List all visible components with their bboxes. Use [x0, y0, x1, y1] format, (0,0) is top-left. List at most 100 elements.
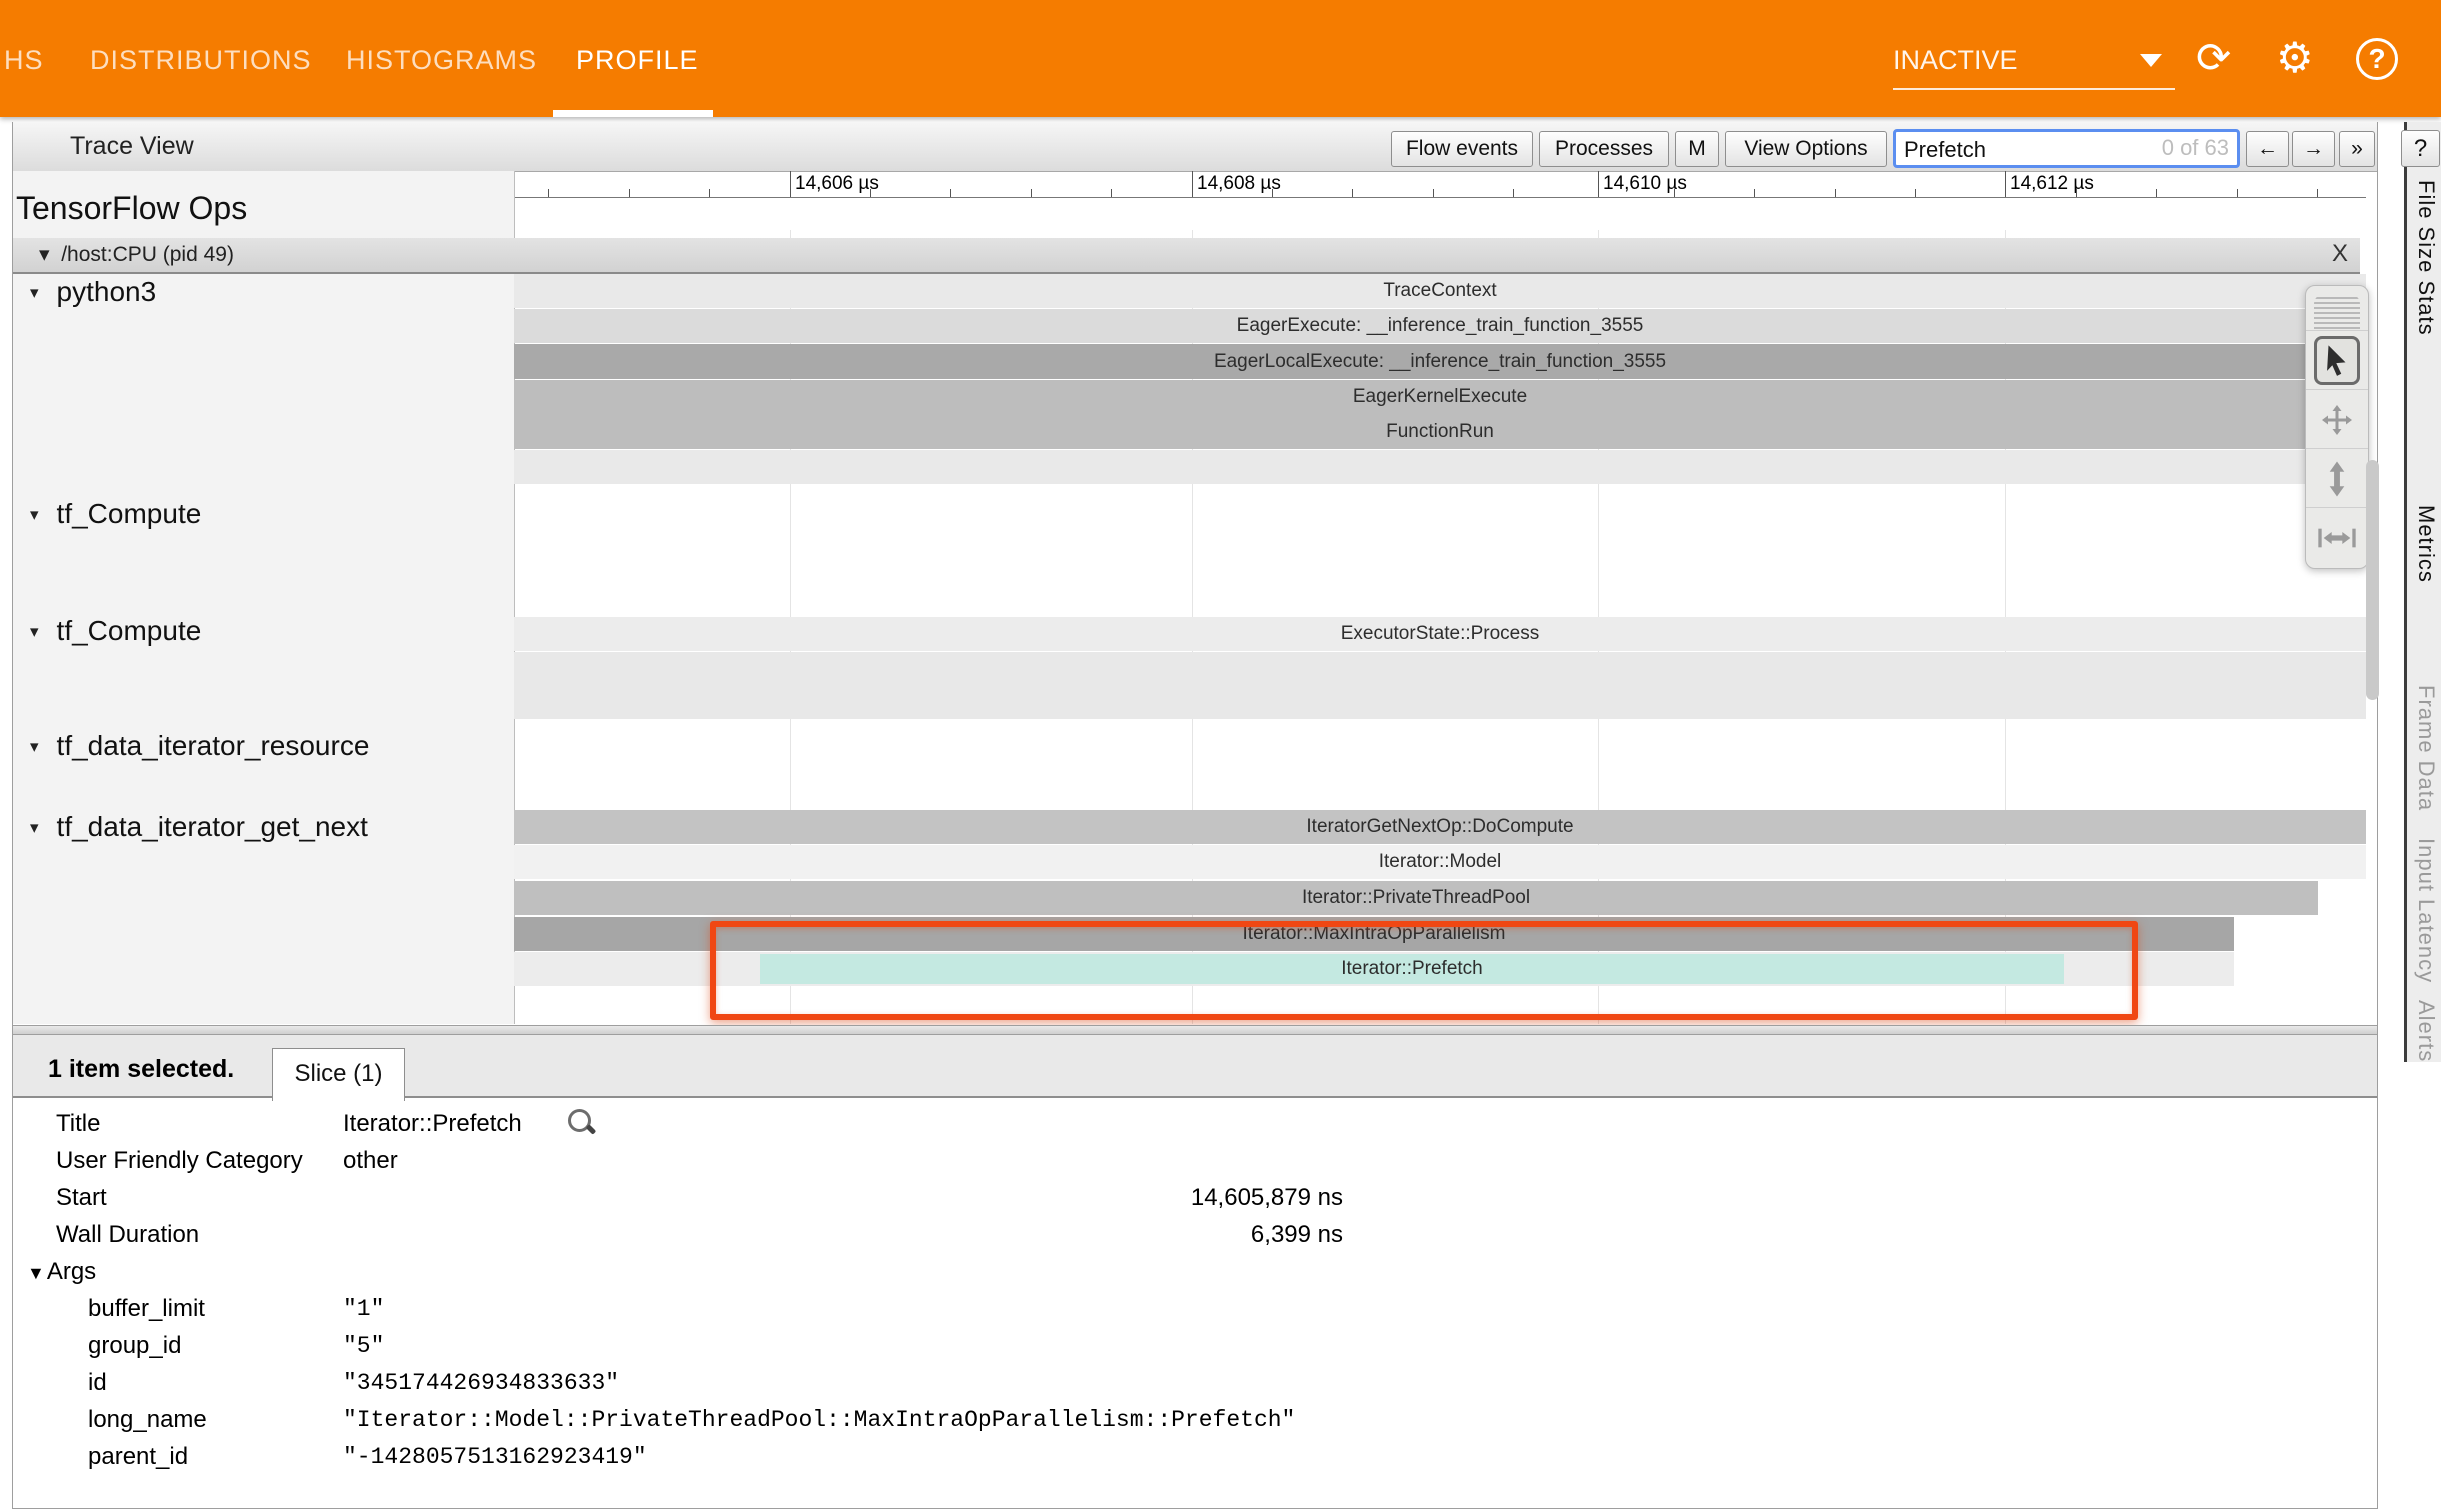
detail-value: Iterator::Prefetch: [343, 1110, 522, 1138]
detail-value: "1": [343, 1296, 384, 1322]
tab-slice[interactable]: Slice (1): [272, 1048, 405, 1101]
detail-row-wall-duration: Wall Duration6,399 ns: [13, 1216, 2377, 1253]
trace-help-button[interactable]: ?: [2401, 130, 2440, 167]
chevron-down-icon[interactable]: [2140, 54, 2162, 67]
collapse-caret-icon[interactable]: ▾: [39, 243, 50, 266]
thread-group-tf_Compute[interactable]: ▾ tf_Compute: [30, 498, 201, 530]
trace-event-functionrun[interactable]: FunctionRun: [514, 414, 2366, 449]
vertical-scrollbar-thumb[interactable]: [2366, 460, 2379, 700]
detail-value: other: [343, 1147, 398, 1175]
sidebar-tab-input-latency[interactable]: Input Latency: [2409, 838, 2439, 983]
toolbar-button-m[interactable]: M: [1675, 131, 1719, 167]
detail-row-args: ▼Args: [13, 1253, 2377, 1290]
trace-event-iteratorgetnextop[interactable]: IteratorGetNextOp::DoCompute: [514, 810, 2366, 844]
sidebar-tab-frame-data[interactable]: Frame Data: [2409, 685, 2439, 811]
detail-row-title: TitleIterator::Prefetch: [13, 1105, 2377, 1142]
detail-row-buffer_limit: buffer_limit"1": [13, 1290, 2377, 1327]
thread-group-label: tf_Compute: [57, 615, 202, 646]
trace-event-empty[interactable]: [514, 652, 2366, 719]
trace-event-empty[interactable]: [514, 450, 2366, 484]
ruler-major-tick: [1598, 171, 1599, 198]
collapse-caret-icon[interactable]: ▾: [30, 818, 39, 838]
search-nav-more[interactable]: »: [2339, 131, 2375, 167]
palette-tool-move-icon[interactable]: [2306, 389, 2368, 449]
search-result-count: 0 of 63: [2162, 135, 2229, 161]
thread-group-tf_Compute[interactable]: ▾ tf_Compute: [30, 615, 201, 647]
tab-histograms[interactable]: HISTOGRAMS: [346, 40, 537, 80]
trace-search-box: 0 of 63: [1893, 129, 2240, 168]
tab-hs[interactable]: HS: [4, 40, 44, 80]
ruler-baseline: [514, 197, 2366, 198]
trace-event-eagerkernelexecute[interactable]: EagerKernelExecute: [514, 380, 2366, 414]
trace-event-tracecontext[interactable]: TraceContext: [514, 274, 2366, 308]
detail-value: "5": [343, 1333, 384, 1359]
sidebar-tab-metrics[interactable]: Metrics: [2409, 505, 2439, 583]
detail-label: User Friendly Category: [56, 1147, 303, 1175]
toolbar-button-view-options[interactable]: View Options: [1725, 131, 1887, 167]
detail-label: Start: [56, 1184, 107, 1212]
detail-row-long_name: long_name"Iterator::Model::PrivateThread…: [13, 1401, 2377, 1438]
tab-distributions[interactable]: DISTRIBUTIONS: [90, 40, 312, 80]
thread-group-label: tf_data_iterator_resource: [57, 730, 370, 761]
ruler-tick-label: 14,606 µs: [795, 173, 879, 195]
magnifier-icon[interactable]: [568, 1109, 591, 1132]
tensorflow-ops-title: TensorFlow Ops: [16, 190, 247, 227]
detail-row-group_id: group_id "5": [13, 1327, 2377, 1364]
thread-group-tf_data_iterator_get_next[interactable]: ▾ tf_data_iterator_get_next: [30, 811, 368, 843]
tab-profile[interactable]: PROFILE: [576, 40, 699, 80]
thread-group-tf_data_iterator_resource[interactable]: ▾ tf_data_iterator_resource: [30, 730, 369, 762]
palette-tool-v-expand-icon[interactable]: [2306, 448, 2368, 508]
detail-label: id: [88, 1369, 107, 1397]
detail-label: parent_id: [88, 1443, 188, 1471]
trace-event-iterator[interactable]: Iterator::PrivateThreadPool: [514, 881, 2318, 915]
device-group-header[interactable]: ▾ /host:CPU (pid 49): [13, 238, 2360, 274]
thread-group-python3[interactable]: ▾ python3: [30, 276, 156, 308]
collapse-caret-icon[interactable]: ▾: [30, 622, 39, 642]
palette-grip-handle[interactable]: [2314, 294, 2360, 330]
search-nav-prev[interactable]: ←: [2246, 131, 2289, 167]
trace-event-iterator[interactable]: Iterator::Model: [514, 845, 2366, 879]
trace-event-eagerlocalexecute[interactable]: EagerLocalExecute: __inference_train_fun…: [514, 344, 2366, 379]
collapse-caret-icon[interactable]: ▾: [30, 505, 39, 525]
detail-value: "-1428057513162923419": [343, 1444, 647, 1470]
thread-group-label: tf_data_iterator_get_next: [57, 811, 368, 842]
detail-value: 14,605,879 ns: [343, 1184, 1343, 1212]
window-border-bottom: [12, 1508, 2378, 1509]
trace-view-title: Trace View: [70, 132, 194, 161]
thread-group-label: tf_Compute: [57, 498, 202, 529]
detail-row-id: id "345174426934833633": [13, 1364, 2377, 1401]
window-border-right: [2377, 122, 2378, 1509]
refresh-icon[interactable]: ⟳: [2196, 36, 2231, 80]
close-track-group-button[interactable]: X: [2332, 240, 2348, 268]
selection-summary: 1 item selected.: [48, 1055, 234, 1084]
active-tab-underline: [553, 110, 713, 117]
palette-tool-cursor-icon[interactable]: [2306, 330, 2368, 390]
ruler-major-tick: [1192, 171, 1193, 198]
collapse-caret-icon[interactable]: ▾: [30, 737, 39, 757]
collapse-triangle-icon[interactable]: ▼: [27, 1263, 45, 1283]
thread-group-label: python3: [57, 276, 157, 307]
trace-event-eagerexecute[interactable]: EagerExecute: __inference_train_function…: [514, 309, 2366, 343]
sidebar-tab-file-size-stats[interactable]: File Size Stats: [2409, 180, 2439, 336]
selection-highlight-box: [710, 921, 2138, 1020]
trace-tool-palette: [2305, 285, 2369, 569]
panel-splitter[interactable]: [13, 1025, 2377, 1035]
detail-label: group_id: [88, 1332, 181, 1360]
toolbar-button-processes[interactable]: Processes: [1539, 131, 1669, 167]
palette-tool-h-fit-icon[interactable]: [2306, 507, 2368, 567]
search-nav-next[interactable]: →: [2292, 131, 2335, 167]
trace-event-executorstate[interactable]: ExecutorState::Process: [514, 617, 2366, 651]
toolbar-button-flow-events[interactable]: Flow events: [1391, 131, 1533, 167]
detail-value: "345174426934833633": [343, 1370, 619, 1396]
ruler-major-tick: [2005, 171, 2006, 198]
search-input[interactable]: [1902, 133, 2146, 166]
status-dropdown[interactable]: INACTIVE: [1893, 40, 2018, 80]
help-icon[interactable]: ?: [2356, 38, 2398, 80]
palette-tool-selected-frame: [2314, 336, 2360, 385]
sidebar-tab-alerts[interactable]: Alerts: [2409, 1000, 2439, 1062]
collapse-caret-icon[interactable]: ▾: [30, 283, 39, 303]
gear-icon[interactable]: ⚙: [2276, 36, 2314, 80]
detail-label[interactable]: ▼Args: [27, 1258, 96, 1286]
detail-label: Wall Duration: [56, 1221, 199, 1249]
ruler-major-tick: [790, 171, 791, 198]
